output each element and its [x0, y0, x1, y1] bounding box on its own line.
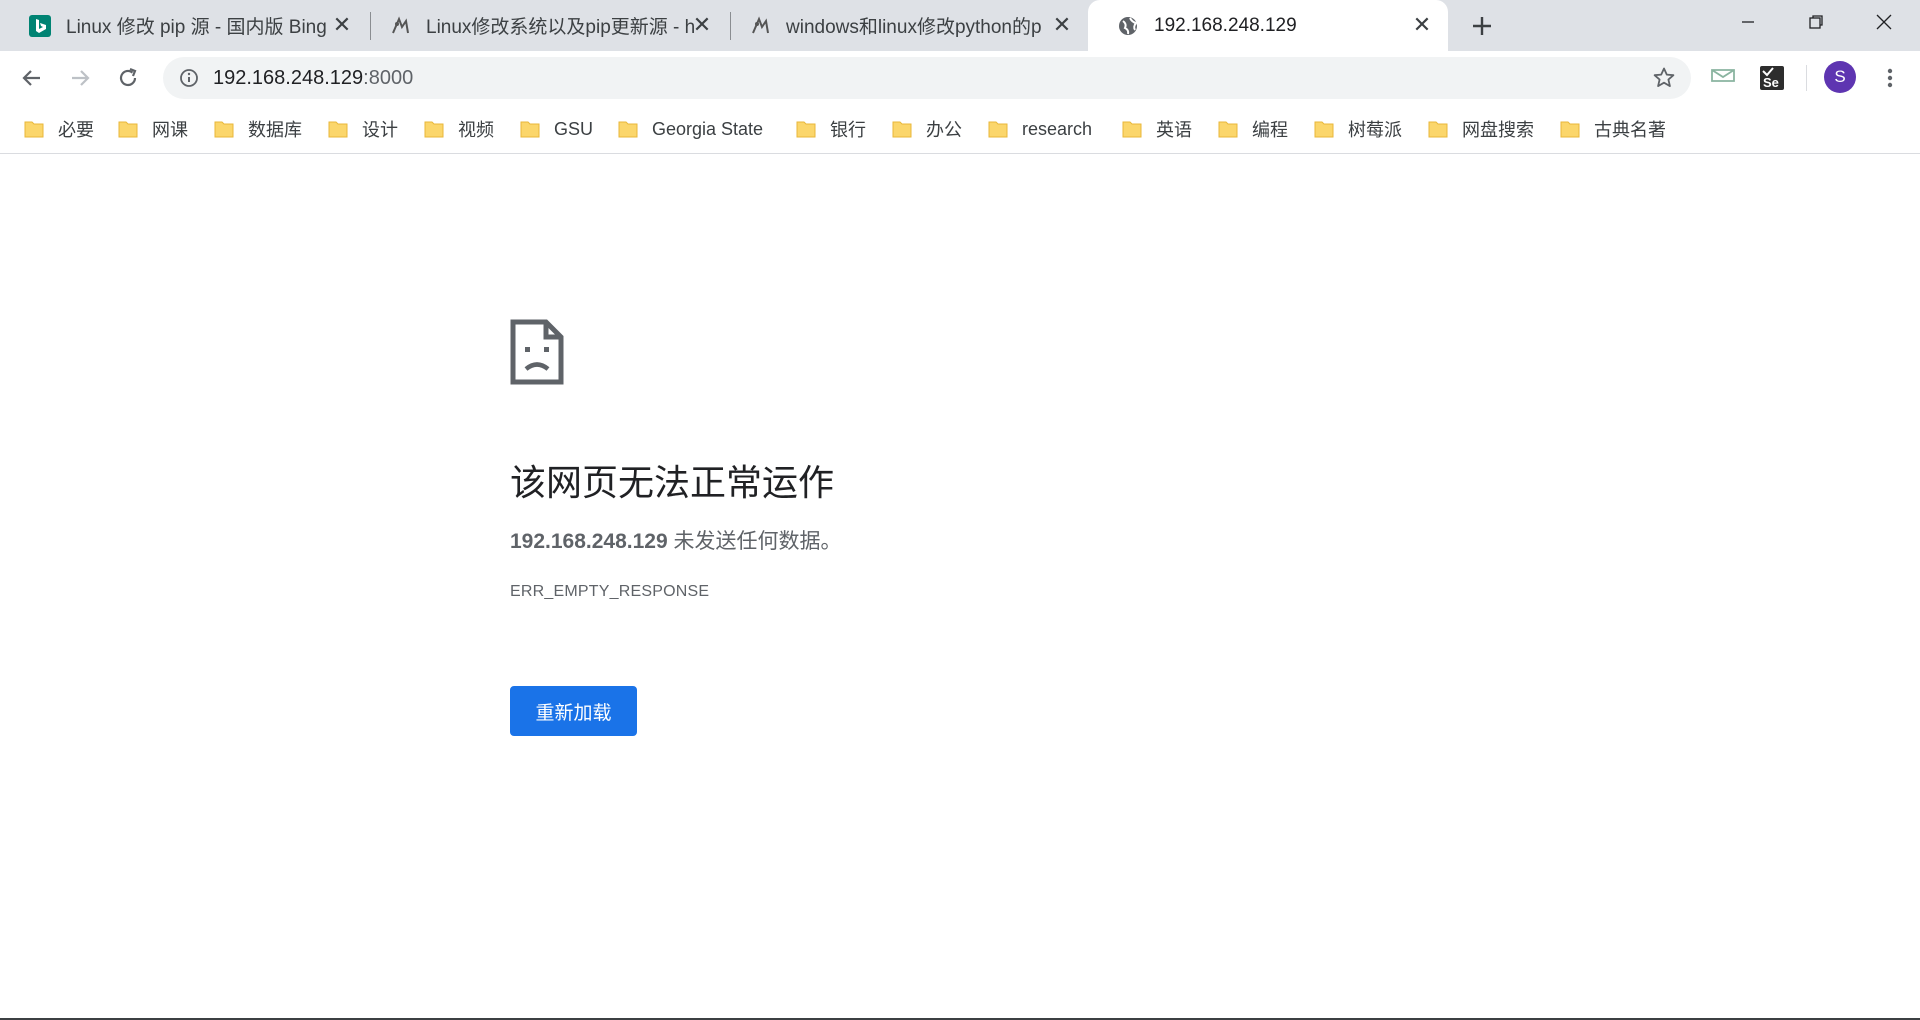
close-icon[interactable]: ✕	[330, 12, 354, 37]
tab-title: Linux修改系统以及pip更新源 - h	[426, 17, 696, 38]
minimize-icon	[1742, 21, 1754, 23]
bookmark-folder[interactable]: Georgia State	[618, 115, 763, 143]
close-window-button[interactable]	[1850, 0, 1918, 44]
tab-title: Linux 修改 pip 源 - 国内版 Bing	[66, 17, 327, 38]
close-icon[interactable]: ✕	[1050, 12, 1074, 37]
folder-icon	[1560, 121, 1580, 138]
address-bar[interactable]: 192.168.248.129:8000	[163, 57, 1691, 99]
folder-icon	[118, 121, 138, 138]
folder-icon	[1122, 121, 1142, 138]
bookmark-folder[interactable]: 树莓派	[1314, 115, 1402, 143]
tab-linux-pip[interactable]: Linux修改系统以及pip更新源 - h ✕	[360, 0, 728, 51]
bookmarks-bar: 必要 网课 数据库 设计 视频 GSU Georgia State 银行 办公 …	[0, 105, 1920, 154]
error-title: 该网页无法正常运作	[510, 462, 835, 503]
folder-icon	[1218, 121, 1238, 138]
close-icon[interactable]: ✕	[690, 12, 714, 37]
reload-page-button[interactable]: 重新加载	[510, 686, 637, 736]
plus-icon	[1473, 17, 1491, 35]
url-text[interactable]: 192.168.248.129:8000	[213, 67, 413, 90]
bookmark-folder[interactable]: 编程	[1218, 115, 1288, 143]
bookmark-folder[interactable]: 网盘搜索	[1428, 115, 1534, 143]
bing-icon	[28, 14, 52, 38]
selenium-extension-button[interactable]: Se	[1755, 61, 1789, 95]
folder-icon	[214, 121, 234, 138]
minimize-button[interactable]	[1714, 0, 1782, 44]
bookmark-folder[interactable]: 设计	[328, 115, 398, 143]
bookmark-folder[interactable]: 视频	[424, 115, 494, 143]
page-content: 该网页无法正常运作 192.168.248.129 未发送任何数据。 ERR_E…	[0, 154, 1920, 1018]
folder-icon	[328, 121, 348, 138]
tab-title: windows和linux修改python的p	[786, 17, 1042, 38]
restore-icon	[1809, 15, 1823, 29]
globe-icon	[1116, 14, 1140, 38]
reload-icon	[119, 67, 137, 87]
forward-arrow-icon	[72, 70, 90, 86]
toolbar: 192.168.248.129:8000 316 Se	[0, 51, 1920, 146]
bookmark-folder[interactable]: 古典名著	[1560, 115, 1666, 143]
folder-icon	[796, 121, 816, 138]
folder-icon	[424, 121, 444, 138]
close-icon	[1876, 14, 1892, 30]
folder-icon	[1314, 121, 1334, 138]
tab-title: 192.168.248.129	[1154, 14, 1297, 36]
mail-icon	[1711, 69, 1735, 82]
more-vert-icon	[1887, 68, 1893, 88]
avatar[interactable]: S	[1824, 61, 1856, 93]
bookmark-folder[interactable]: GSU	[520, 115, 593, 143]
bookmark-folder[interactable]: 数据库	[214, 115, 302, 143]
bookmark-folder[interactable]: 英语	[1122, 115, 1192, 143]
folder-icon	[892, 121, 912, 138]
close-icon[interactable]: ✕	[1410, 12, 1434, 37]
bookmark-folder[interactable]: 网课	[118, 115, 188, 143]
folder-icon	[1428, 121, 1448, 138]
forward-button[interactable]	[63, 61, 97, 95]
bookmark-folder[interactable]: 办公	[892, 115, 962, 143]
url-port: :8000	[363, 67, 414, 89]
info-icon[interactable]	[177, 66, 201, 90]
folder-icon	[618, 121, 638, 138]
error-host: 192.168.248.129	[510, 530, 668, 553]
bookmark-folder[interactable]: 银行	[796, 115, 866, 143]
sad-page-icon	[510, 319, 564, 385]
menu-button[interactable]	[1873, 61, 1907, 95]
folder-icon	[520, 121, 540, 138]
tab-active[interactable]: 192.168.248.129 ✕	[1088, 0, 1448, 51]
site-icon	[388, 14, 412, 38]
bookmark-folder[interactable]: 必要	[24, 115, 94, 143]
error-description: 192.168.248.129 未发送任何数据。	[510, 525, 842, 555]
tab-windows-linux[interactable]: windows和linux修改python的p ✕	[720, 0, 1088, 51]
tab-bing[interactable]: Linux 修改 pip 源 - 国内版 Bing ✕	[0, 0, 368, 51]
error-description-text: 未发送任何数据。	[667, 530, 842, 553]
folder-icon	[988, 121, 1008, 138]
back-arrow-icon	[22, 70, 40, 86]
folder-icon	[24, 121, 44, 138]
bookmark-star-icon[interactable]	[1651, 65, 1677, 91]
toolbar-separator	[1806, 65, 1807, 91]
error-code: ERR_EMPTY_RESPONSE	[510, 583, 710, 600]
site-icon	[748, 14, 772, 38]
reload-button[interactable]	[111, 61, 145, 95]
bookmark-folder[interactable]: research	[988, 115, 1092, 143]
restore-button[interactable]	[1782, 0, 1850, 44]
new-tab-button[interactable]	[1466, 10, 1498, 42]
tab-strip: Linux 修改 pip 源 - 国内版 Bing ✕ Linux修改系统以及p…	[0, 0, 1920, 51]
url-host: 192.168.248.129	[213, 67, 364, 89]
mail-extension-button[interactable]	[1706, 61, 1740, 95]
back-button[interactable]	[15, 61, 49, 95]
selenium-label: Se	[1763, 75, 1779, 90]
